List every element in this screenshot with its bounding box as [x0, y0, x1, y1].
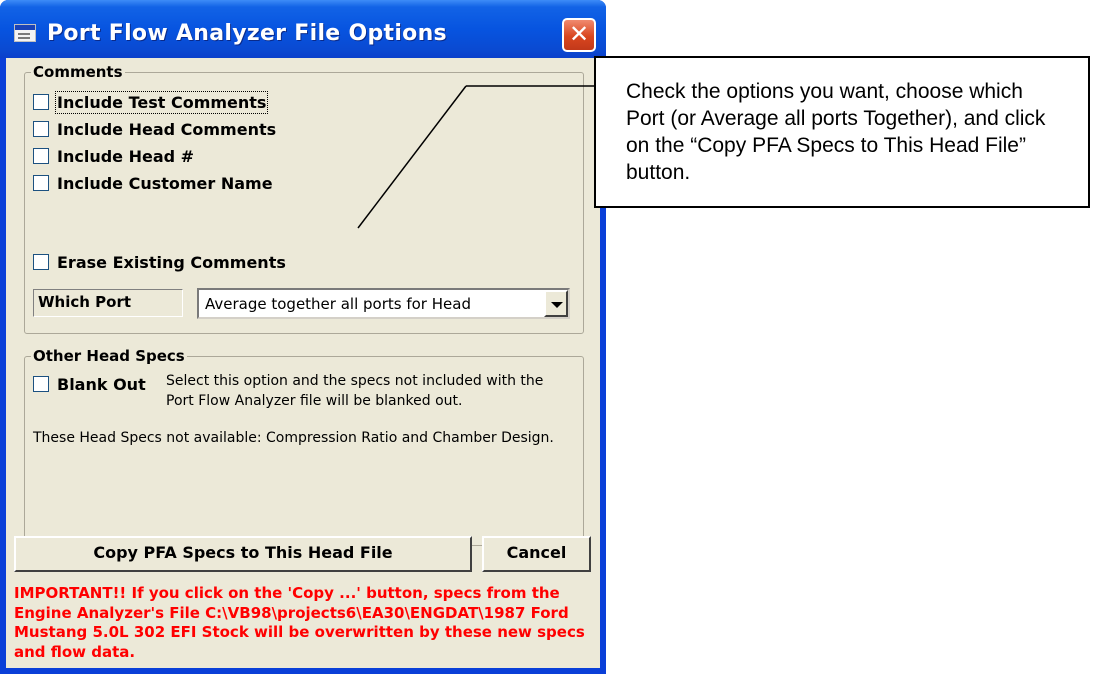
callout-text: Check the options you want, choose which…: [626, 80, 1046, 184]
instruction-callout: Check the options you want, choose which…: [594, 56, 1090, 208]
leader-line-diagonal: [357, 85, 467, 229]
